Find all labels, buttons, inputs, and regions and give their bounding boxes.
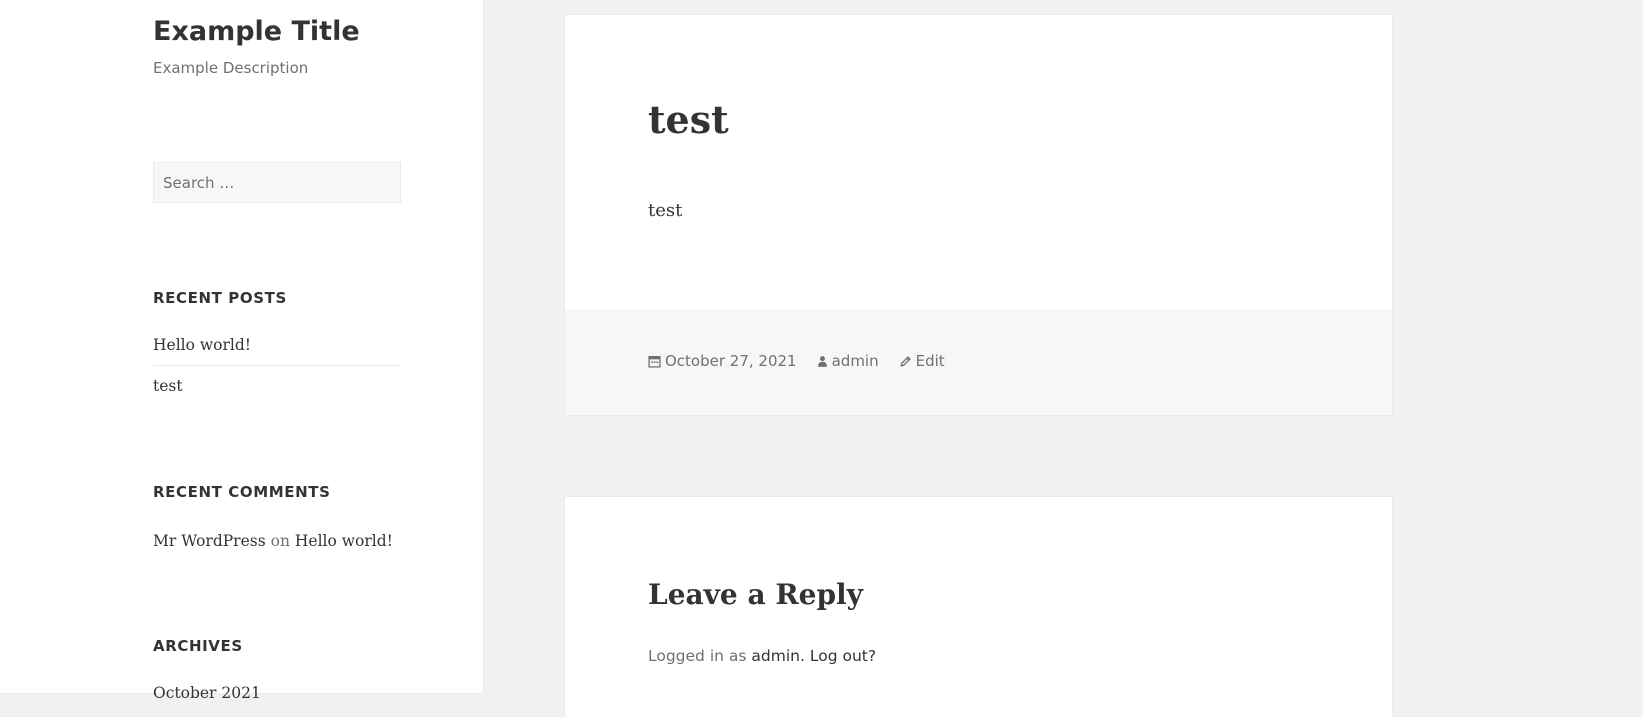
calendar-icon bbox=[648, 355, 661, 368]
recent-comments-heading: Recent Comments bbox=[153, 483, 331, 501]
logged-in-user-link[interactable]: admin bbox=[751, 647, 800, 665]
post-author-link[interactable]: admin bbox=[817, 351, 879, 371]
post-author: admin bbox=[831, 352, 879, 370]
pencil-icon bbox=[900, 355, 911, 366]
sidebar: Example Title Example Description Recent… bbox=[0, 0, 483, 702]
recent-posts-list: Hello world! test bbox=[153, 326, 401, 406]
post-date: October 27, 2021 bbox=[665, 352, 797, 370]
person-icon bbox=[817, 355, 827, 367]
recent-post-item-test[interactable]: test bbox=[153, 365, 401, 406]
comment-connector: on bbox=[270, 532, 290, 550]
comment-author-link[interactable]: Mr WordPress bbox=[153, 532, 266, 550]
logout-link[interactable]: Log out? bbox=[810, 647, 876, 665]
search-form bbox=[153, 162, 401, 203]
edit-label: Edit bbox=[915, 352, 945, 370]
site-title[interactable]: Example Title bbox=[153, 14, 360, 50]
post-meta: October 27, 2021 admin Edit bbox=[648, 351, 965, 371]
reply-heading: Leave a Reply bbox=[648, 578, 863, 611]
comment-form-card: Leave a Reply Logged in as admin. Log ou… bbox=[565, 497, 1392, 717]
recent-posts-heading: Recent Posts bbox=[153, 289, 287, 307]
archive-item-october-2021[interactable]: October 2021 bbox=[153, 682, 261, 704]
archives-heading: Archives bbox=[153, 637, 243, 655]
post-footer: October 27, 2021 admin Edit bbox=[565, 309, 1392, 415]
logged-in-prefix: Logged in as bbox=[648, 647, 747, 665]
logged-in-separator: . bbox=[799, 647, 805, 665]
post-title: test bbox=[648, 97, 729, 142]
site-description: Example Description bbox=[153, 59, 309, 77]
logged-in-as: Logged in as admin. Log out? bbox=[648, 645, 876, 667]
post-date-link[interactable]: October 27, 2021 bbox=[648, 351, 797, 371]
post-card: test test October 27, 2021 admin Edit bbox=[565, 15, 1392, 415]
post-content: test bbox=[648, 200, 683, 221]
recent-comment-item: Mr WordPress on Hello world! bbox=[153, 530, 393, 552]
edit-post-link[interactable]: Edit bbox=[899, 351, 945, 371]
search-input[interactable] bbox=[154, 163, 400, 202]
comment-post-link[interactable]: Hello world! bbox=[295, 532, 393, 550]
recent-post-item-hello-world[interactable]: Hello world! bbox=[153, 326, 401, 365]
